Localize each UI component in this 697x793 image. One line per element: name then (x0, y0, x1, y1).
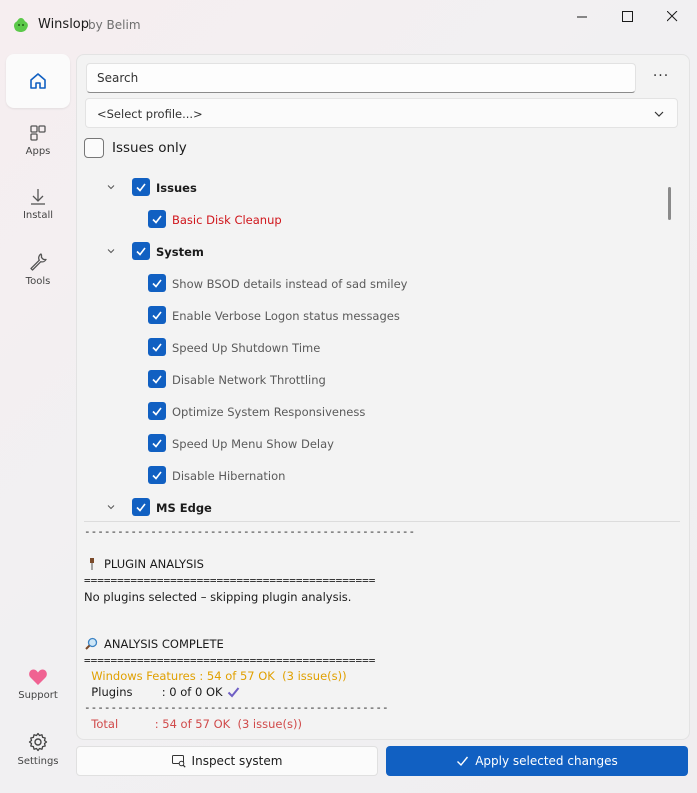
nav-apps-label: Apps (25, 146, 51, 157)
download-icon (31, 189, 45, 205)
group-checkbox-issues[interactable] (132, 178, 150, 196)
search-box[interactable] (86, 63, 636, 93)
item-label: Disable Hibernation (172, 469, 286, 483)
item-checkbox[interactable] (148, 402, 166, 420)
item-checkbox[interactable] (148, 338, 166, 356)
maximize-icon (621, 10, 633, 22)
app-logo-icon (14, 18, 28, 32)
more-options-button[interactable]: ··· (650, 68, 672, 88)
heart-icon (29, 669, 47, 685)
item-checkbox[interactable] (148, 306, 166, 324)
check-icon (227, 687, 240, 698)
checkmark-icon (152, 279, 162, 288)
item-label: Show BSOD details instead of sad smiley (172, 277, 408, 291)
checkmark-icon (136, 183, 146, 192)
maximize-button[interactable] (604, 0, 650, 32)
collapse-caret-icon[interactable] (105, 245, 117, 257)
panel-divider (84, 521, 680, 522)
collapse-caret-icon[interactable] (105, 501, 117, 513)
group-checkbox-system[interactable] (132, 242, 150, 260)
checkmark-icon (152, 471, 162, 480)
home-icon (30, 73, 46, 89)
magnifier-icon (85, 637, 98, 650)
log-plugins-line: Plugins : 0 of 0 OK (84, 685, 223, 699)
wrench-icon (30, 253, 47, 271)
checkmark-icon (152, 311, 162, 320)
nav-home[interactable] (6, 54, 70, 108)
item-label: Speed Up Shutdown Time (172, 341, 321, 355)
nav-support-label: Support (18, 690, 58, 701)
title-bar: Winslop by Belim (0, 0, 697, 50)
app-title: Winslop (38, 17, 90, 32)
group-label-issues: Issues (156, 181, 197, 195)
item-label: Speed Up Menu Show Delay (172, 437, 334, 451)
pin-icon (90, 558, 94, 570)
nav-settings[interactable]: Settings (6, 732, 70, 767)
issues-only-checkbox[interactable] (84, 138, 104, 158)
item-checkbox[interactable] (148, 210, 166, 228)
log-total-line: Total : 54 of 57 OK (3 issue(s)) (84, 717, 302, 731)
item-label: Enable Verbose Logon status messages (172, 309, 400, 323)
checkmark-icon (152, 439, 162, 448)
nav-support[interactable]: Support (6, 668, 70, 701)
item-checkbox[interactable] (148, 274, 166, 292)
log-separator: ----------------------------------------… (84, 701, 389, 714)
log-separator: ----------------------------------------… (84, 525, 416, 538)
nav-tools-label: Tools (25, 276, 51, 287)
item-label: Disable Network Throttling (172, 373, 326, 387)
log-complete-title: ANALYSIS COMPLETE (104, 637, 224, 651)
log-separator: ========================================… (84, 654, 376, 667)
gear-icon (28, 732, 48, 752)
close-icon (666, 10, 677, 21)
checkmark-icon (152, 215, 162, 224)
apply-changes-label: Apply selected changes (475, 754, 618, 768)
checkmark-icon (152, 375, 162, 384)
log-features-line: Windows Features : 54 of 57 OK (3 issue(… (84, 669, 347, 683)
log-plugin-message: No plugins selected – skipping plugin an… (84, 590, 352, 604)
collapse-caret-icon[interactable] (105, 181, 117, 193)
app-subtitle: by Belim (88, 18, 141, 32)
item-checkbox[interactable] (148, 466, 166, 484)
profile-select[interactable]: <Select profile...> (85, 98, 678, 128)
apps-icon (30, 125, 46, 141)
checkmark-icon (136, 247, 146, 256)
group-label-ms-edge: MS Edge (156, 501, 212, 515)
group-checkbox-ms-edge[interactable] (132, 498, 150, 516)
minimize-icon (576, 16, 587, 17)
item-checkbox[interactable] (148, 370, 166, 388)
log-plugin-title: PLUGIN ANALYSIS (104, 557, 204, 571)
apply-changes-button[interactable]: Apply selected changes (386, 746, 688, 776)
tree-scrollbar-thumb[interactable] (668, 187, 671, 220)
inspect-system-label: Inspect system (191, 754, 283, 768)
log-separator: ========================================… (84, 574, 376, 587)
inspect-system-button[interactable]: Inspect system (76, 746, 378, 776)
checkmark-icon (152, 407, 162, 416)
item-label-basic-disk-cleanup: Basic Disk Cleanup (172, 213, 282, 227)
nav-install[interactable]: Install (6, 188, 70, 221)
issues-only-label: Issues only (112, 140, 187, 156)
checkmark-icon (136, 503, 146, 512)
profile-select-value: <Select profile...> (97, 107, 203, 121)
item-label: Optimize System Responsiveness (172, 405, 366, 419)
checkmark-icon (152, 343, 162, 352)
minimize-button[interactable] (559, 0, 605, 32)
close-button[interactable] (649, 0, 695, 32)
chevron-down-icon (654, 111, 664, 117)
inspect-icon (171, 754, 186, 768)
nav-settings-label: Settings (17, 756, 59, 767)
group-label-system: System (156, 245, 204, 259)
item-checkbox[interactable] (148, 434, 166, 452)
nav-apps[interactable]: Apps (6, 124, 70, 157)
search-input[interactable] (87, 64, 635, 92)
nav-tools[interactable]: Tools (6, 252, 70, 287)
checkmark-icon (457, 756, 469, 767)
nav-install-label: Install (22, 210, 54, 221)
